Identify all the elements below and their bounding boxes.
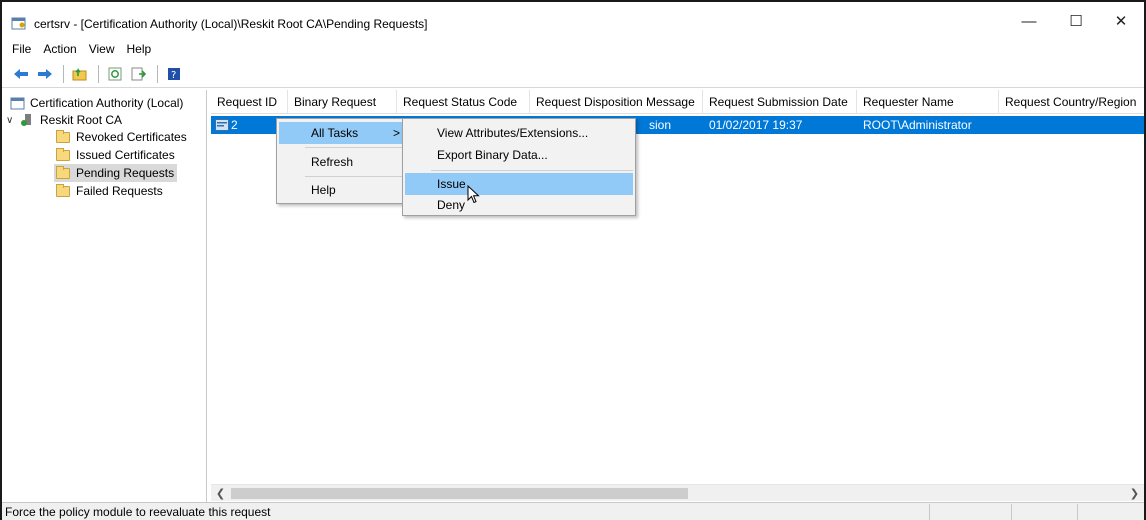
tree-root-label: Certification Authority (Local) bbox=[30, 96, 184, 110]
menu-help[interactable]: Help bbox=[121, 40, 158, 58]
tree-ca-label: Reskit Root CA bbox=[40, 113, 123, 127]
help-icon[interactable]: ? bbox=[163, 63, 185, 85]
tree-item-label: Failed Requests bbox=[76, 184, 163, 198]
close-icon[interactable]: ✕ bbox=[1098, 6, 1144, 36]
menu-separator bbox=[305, 147, 409, 148]
tree-ca-node[interactable]: ∨ Reskit Root CA bbox=[6, 111, 122, 129]
console-tree: Certification Authority (Local) ∨ Reskit… bbox=[2, 90, 207, 502]
menu-item-all-tasks[interactable]: All Tasks > bbox=[279, 122, 409, 144]
tree-root[interactable]: Certification Authority (Local) bbox=[10, 94, 183, 112]
export-list-icon[interactable] bbox=[128, 63, 150, 85]
forward-arrow-icon[interactable] bbox=[34, 63, 56, 85]
folder-icon bbox=[56, 147, 70, 161]
minimize-icon[interactable]: — bbox=[1006, 6, 1052, 36]
tree-item-label: Revoked Certificates bbox=[76, 130, 187, 144]
menu-item-deny[interactable]: Deny bbox=[405, 194, 633, 216]
request-icon bbox=[215, 119, 229, 131]
chevron-down-icon[interactable]: ∨ bbox=[6, 115, 20, 126]
certsrv-app-icon bbox=[11, 17, 26, 30]
menu-separator bbox=[431, 170, 633, 171]
menu-item-export-binary[interactable]: Export Binary Data... bbox=[405, 144, 633, 166]
toolbar-separator bbox=[157, 64, 158, 83]
tree-item-pending[interactable]: Pending Requests bbox=[54, 164, 178, 182]
context-menu: All Tasks > Refresh Help bbox=[276, 118, 412, 204]
status-divider bbox=[929, 504, 930, 520]
menu-item-issue[interactable]: Issue bbox=[405, 173, 633, 195]
window-title: certsrv - [Certification Authority (Loca… bbox=[34, 17, 428, 31]
column-header[interactable]: Requester Name bbox=[857, 90, 999, 114]
menu-item-help[interactable]: Help bbox=[279, 179, 409, 201]
request-id-value: 2 bbox=[231, 118, 238, 132]
refresh-icon[interactable] bbox=[104, 63, 126, 85]
menu-view[interactable]: View bbox=[83, 40, 121, 58]
mmc-window: certsrv - [Certification Authority (Loca… bbox=[0, 0, 1146, 520]
menu-bar: File Action View Help bbox=[2, 38, 1144, 60]
title-bar: certsrv - [Certification Authority (Loca… bbox=[2, 2, 1144, 38]
menu-item-refresh[interactable]: Refresh bbox=[279, 151, 409, 173]
status-bar: Force the policy module to reevaluate th… bbox=[2, 502, 1144, 520]
menu-item-label: All Tasks bbox=[311, 126, 359, 140]
tree-item-issued[interactable]: Issued Certificates bbox=[56, 146, 175, 164]
column-header[interactable]: Request Status Code bbox=[397, 90, 530, 114]
submission-date-cell: 01/02/2017 19:37 bbox=[709, 118, 803, 132]
horizontal-scrollbar[interactable]: ❮ ❯ bbox=[211, 484, 1144, 501]
scroll-thumb[interactable] bbox=[231, 488, 688, 499]
tree-item-failed[interactable]: Failed Requests bbox=[56, 182, 163, 200]
scroll-left-icon[interactable]: ❮ bbox=[212, 486, 229, 501]
tree-item-revoked[interactable]: Revoked Certificates bbox=[56, 128, 187, 146]
menu-file[interactable]: File bbox=[6, 40, 37, 58]
folder-icon bbox=[56, 165, 70, 179]
toolbar-separator bbox=[98, 64, 99, 83]
up-folder-icon[interactable] bbox=[69, 63, 91, 85]
status-divider bbox=[1011, 504, 1012, 520]
menu-action[interactable]: Action bbox=[37, 40, 82, 58]
menu-item-view-attributes[interactable]: View Attributes/Extensions... bbox=[405, 122, 633, 144]
column-header[interactable]: Request Country/Region bbox=[999, 90, 1144, 114]
list-header: Request ID Binary Request Request Status… bbox=[211, 90, 1144, 114]
status-message: Force the policy module to reevaluate th… bbox=[5, 505, 271, 519]
column-header[interactable]: Request Disposition Message bbox=[530, 90, 703, 114]
svg-text:?: ? bbox=[171, 70, 176, 81]
toolbar: ? bbox=[2, 60, 1144, 88]
requester-cell: ROOT\Administrator bbox=[863, 118, 972, 132]
folder-icon bbox=[56, 129, 70, 143]
maximize-icon[interactable]: ☐ bbox=[1053, 6, 1099, 36]
column-header[interactable]: Request Submission Date bbox=[703, 90, 857, 114]
back-arrow-icon[interactable] bbox=[10, 63, 32, 85]
status-divider bbox=[1077, 504, 1078, 520]
folder-icon bbox=[56, 183, 70, 197]
country-cell bbox=[999, 116, 1144, 134]
tree-item-label: Issued Certificates bbox=[76, 148, 175, 162]
certsrv-node-icon bbox=[10, 97, 25, 109]
mouse-pointer-icon bbox=[467, 185, 480, 204]
tree-item-label: Pending Requests bbox=[76, 166, 175, 180]
submenu-arrow-icon: > bbox=[393, 126, 401, 140]
submenu-all-tasks: View Attributes/Extensions... Export Bin… bbox=[402, 118, 636, 216]
scroll-right-icon[interactable]: ❯ bbox=[1126, 486, 1143, 501]
menu-separator bbox=[305, 176, 409, 177]
ca-server-icon bbox=[21, 114, 31, 126]
toolbar-separator bbox=[63, 64, 64, 83]
column-header[interactable]: Binary Request bbox=[288, 90, 397, 114]
column-header[interactable]: Request ID bbox=[211, 90, 288, 114]
